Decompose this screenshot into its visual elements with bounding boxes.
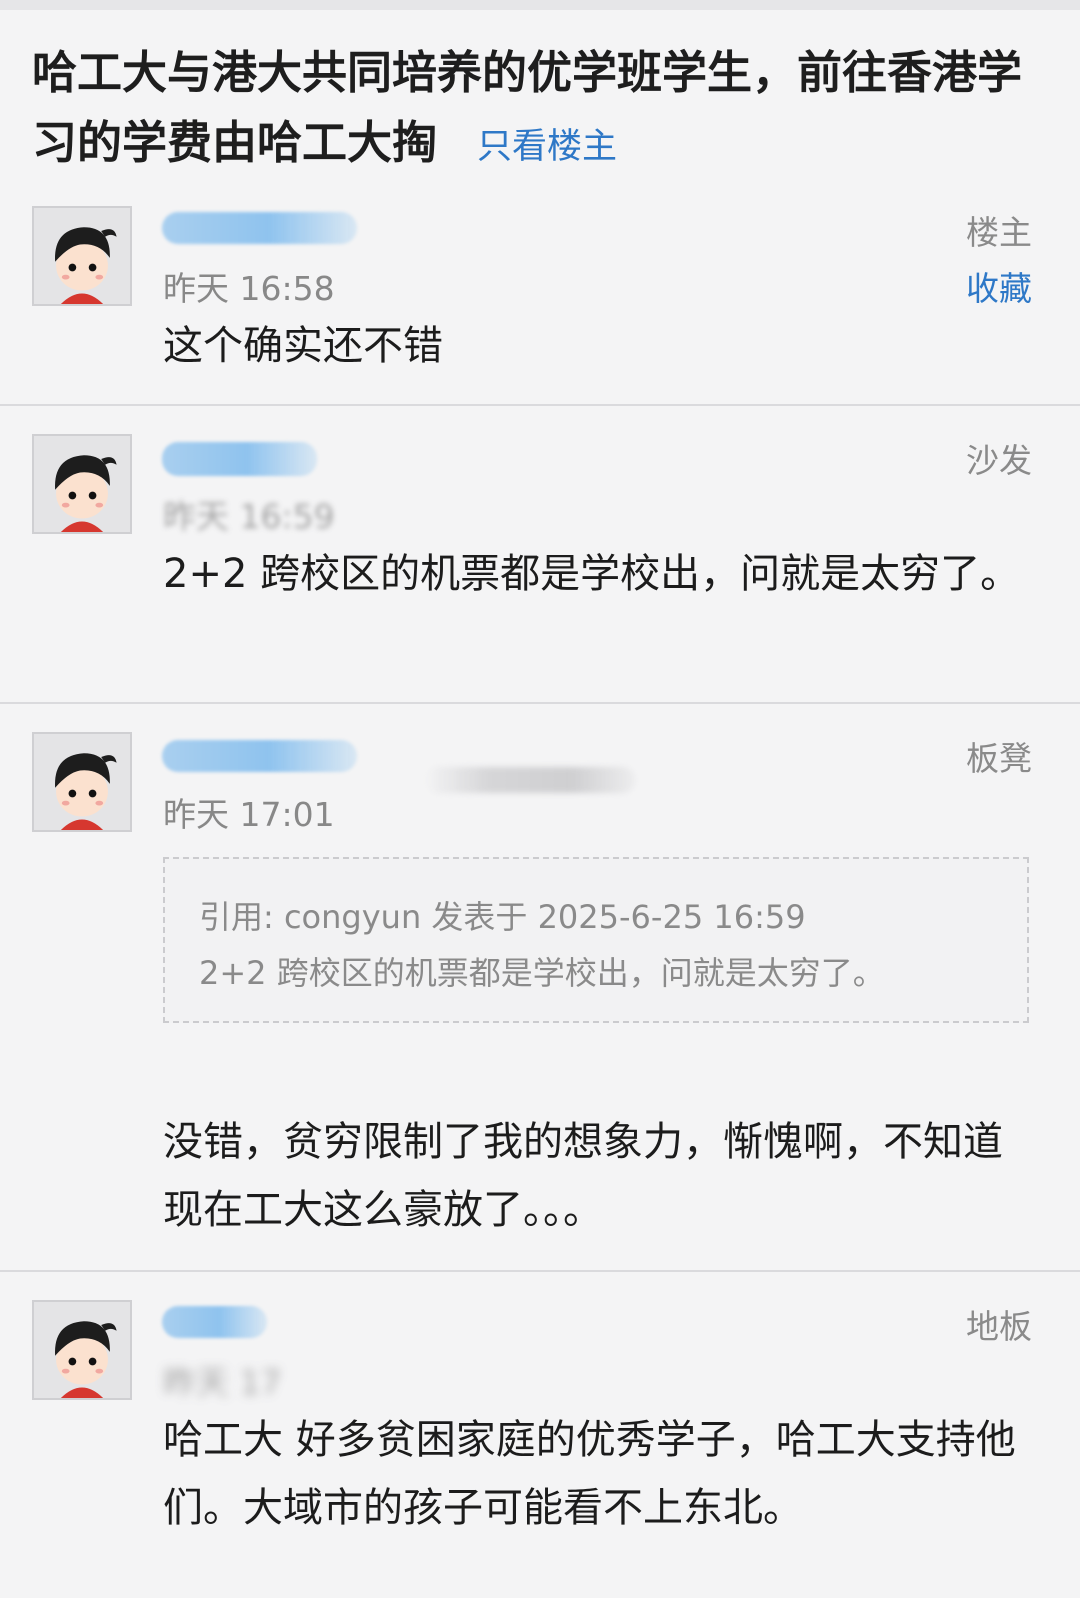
post-item: 昨天 16:58 楼主 收藏 这个确实还不错: [0, 180, 1080, 406]
thread-header: 哈工大与港大共同培养的优学班学生，前往香港学习的学费由哈工大掏 只看楼主: [32, 38, 1042, 182]
floor-label: 板凳: [966, 739, 1032, 778]
post-time: 昨天 17: [163, 1363, 282, 1402]
default-avatar-icon[interactable]: [32, 1300, 132, 1400]
quote-text: 2+2 跨校区的机票都是学校出，问就是太穷了。: [199, 954, 885, 992]
default-avatar-icon[interactable]: [32, 434, 132, 534]
post-content: 这个确实还不错: [163, 323, 443, 369]
post-time: 昨天 16:59: [163, 497, 335, 536]
quote-header: 引用: congyun 发表于 2025-6-25 16:59: [199, 898, 806, 936]
floor-label: 沙发: [966, 441, 1032, 480]
post-time: 昨天 16:58: [163, 269, 335, 308]
username-redacted: [162, 740, 357, 772]
post-content: 2+2 跨校区的机票都是学校出，问就是太穷了。: [163, 551, 1021, 597]
favorite-link[interactable]: 收藏: [966, 262, 1032, 310]
top-divider: [0, 0, 1080, 10]
username-redacted: [162, 212, 357, 244]
post-content: 哈工大 好多贫困家庭的优秀学子，哈工大支持他们。大域市的孩子可能看不上东北。: [163, 1417, 1016, 1531]
username-redacted: [162, 1306, 267, 1338]
post-time: 昨天 17:01: [163, 795, 335, 834]
thread-title: 哈工大与港大共同培养的优学班学生，前往香港学习的学费由哈工大掏 只看楼主: [32, 38, 1042, 182]
floor-label: 楼主: [966, 213, 1032, 252]
post-item: 昨天 17:01 板凳 引用: congyun 发表于 2025-6-25 16…: [0, 704, 1080, 1272]
post-item: 昨天 16:59 沙发 2+2 跨校区的机票都是学校出，问就是太穷了。: [0, 406, 1080, 704]
quote-block: 引用: congyun 发表于 2025-6-25 16:59 2+2 跨校区的…: [163, 857, 1029, 1023]
redacted-smudge: [425, 767, 635, 793]
post-content: 没错，贫穷限制了我的想象力，惭愧啊，不知道现在工大这么豪放了。。。: [163, 1119, 1003, 1233]
floor-label: 地板: [966, 1307, 1032, 1346]
default-avatar-icon[interactable]: [32, 206, 132, 306]
username-redacted: [162, 442, 317, 476]
only-op-link[interactable]: 只看楼主: [477, 127, 617, 167]
post-item: 昨天 17 地板 哈工大 好多贫困家庭的优秀学子，哈工大支持他们。大域市的孩子可…: [0, 1272, 1080, 1598]
default-avatar-icon[interactable]: [32, 732, 132, 832]
